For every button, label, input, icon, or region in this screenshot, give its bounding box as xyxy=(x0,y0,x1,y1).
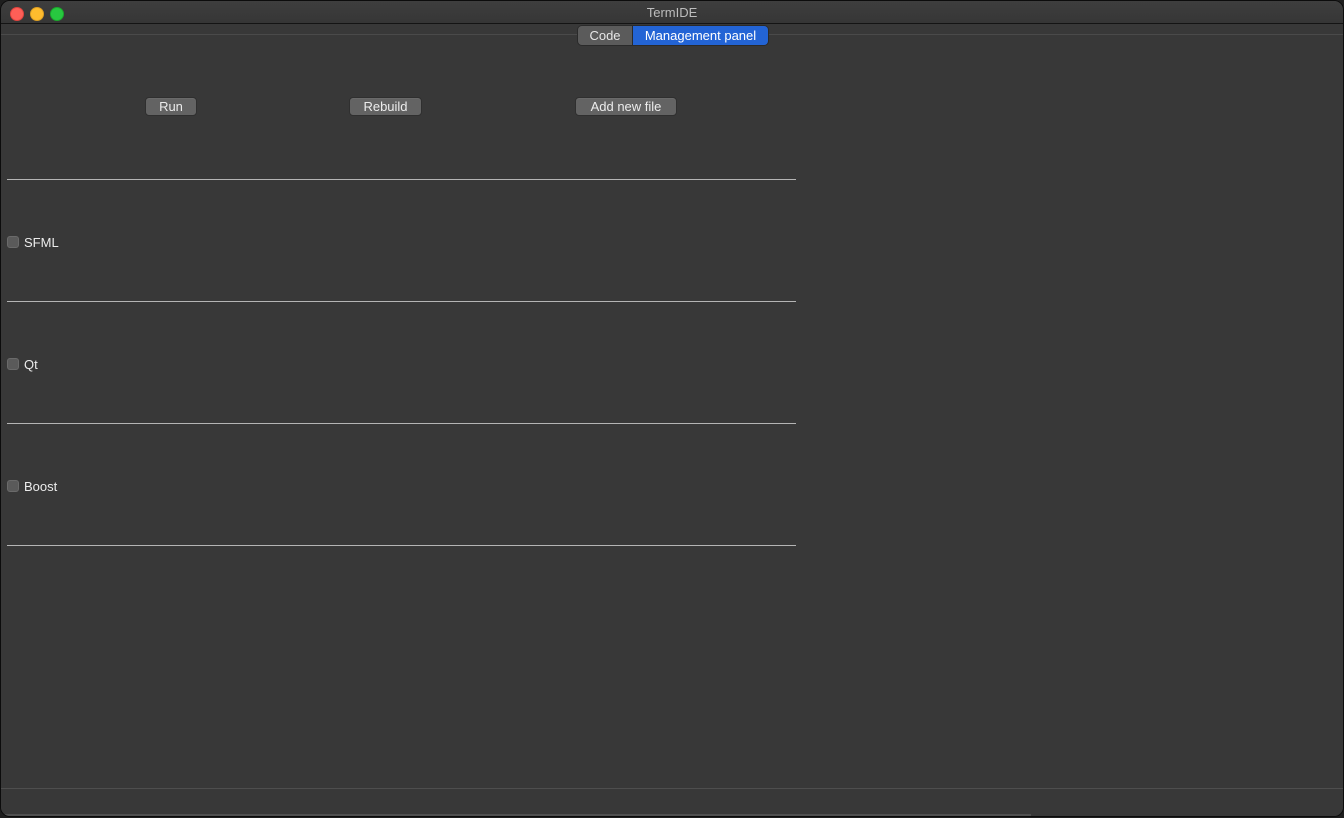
status-bar xyxy=(1,788,1343,816)
sfml-checkbox[interactable] xyxy=(7,236,19,248)
divider xyxy=(7,423,796,424)
app-window: TermIDE Code Management panel Run Rebuil… xyxy=(0,0,1344,817)
window-title: TermIDE xyxy=(646,5,698,20)
run-button[interactable]: Run xyxy=(145,97,197,116)
add-new-file-button[interactable]: Add new file xyxy=(575,97,677,116)
boost-checkbox[interactable] xyxy=(7,480,19,492)
tab-bar: Code Management panel xyxy=(577,25,769,46)
qt-checkbox[interactable] xyxy=(7,358,19,370)
library-row-sfml[interactable]: SFML xyxy=(7,234,59,250)
library-row-boost[interactable]: Boost xyxy=(7,478,57,494)
rebuild-button[interactable]: Rebuild xyxy=(349,97,422,116)
sfml-label: SFML xyxy=(24,234,59,250)
divider xyxy=(7,545,796,546)
boost-label: Boost xyxy=(24,478,58,494)
divider xyxy=(7,301,796,302)
title-bar[interactable]: TermIDE xyxy=(1,1,1343,24)
tab-management-panel[interactable]: Management panel xyxy=(633,26,768,45)
library-row-qt[interactable]: Qt xyxy=(7,356,38,372)
qt-label: Qt xyxy=(24,356,38,372)
divider xyxy=(7,179,796,180)
horizontal-scrollbar[interactable] xyxy=(1,814,1031,816)
tab-code[interactable]: Code xyxy=(578,26,633,45)
